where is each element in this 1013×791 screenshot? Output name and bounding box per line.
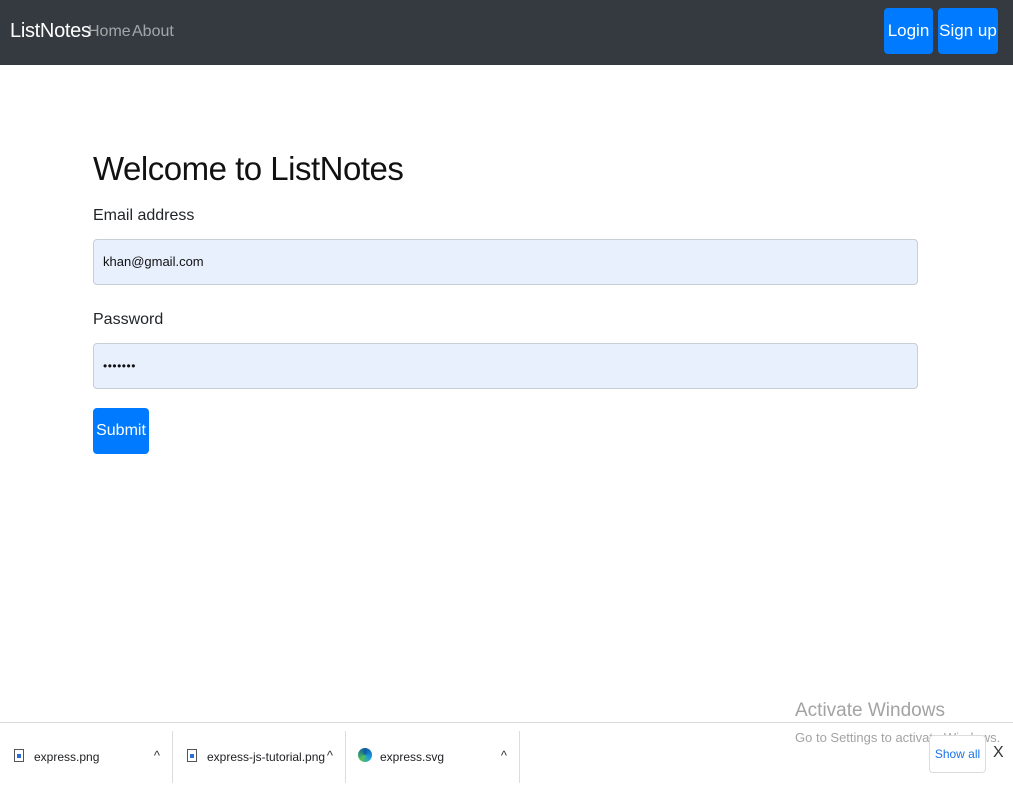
chevron-up-icon[interactable]: ^ [327, 748, 333, 763]
page-title: Welcome to ListNotes [93, 150, 404, 187]
password-input[interactable]: ••••••• [93, 343, 918, 389]
download-filename: express-js-tutorial.png [207, 750, 326, 764]
show-all-button[interactable]: Show all [929, 735, 986, 773]
navbar: ListNotes Home About Login Sign up [0, 0, 1013, 65]
edge-browser-icon [358, 748, 372, 762]
activate-windows-title: Activate Windows [795, 700, 945, 721]
email-input[interactable]: khan@gmail.com [93, 239, 918, 285]
download-filename: express.png [34, 750, 100, 764]
chevron-up-icon[interactable]: ^ [154, 748, 160, 763]
download-item[interactable]: express.svg ^ [346, 731, 520, 783]
email-label: Email address [93, 207, 195, 224]
login-button[interactable]: Login [884, 8, 933, 54]
download-item[interactable]: express.png ^ [0, 731, 173, 783]
signup-button[interactable]: Sign up [938, 8, 998, 54]
nav-about-link[interactable]: About [132, 23, 174, 41]
download-item[interactable]: express-js-tutorial.png ^ [173, 731, 346, 783]
password-label: Password [93, 311, 164, 328]
download-filename: express.svg [380, 750, 445, 764]
image-file-icon [187, 749, 197, 762]
chevron-up-icon[interactable]: ^ [501, 748, 507, 763]
close-icon[interactable]: X [993, 744, 1004, 762]
image-file-icon [14, 749, 24, 762]
nav-home-link[interactable]: Home [88, 23, 131, 41]
submit-button[interactable]: Submit [93, 408, 149, 454]
brand-logo[interactable]: ListNotes [10, 20, 91, 43]
